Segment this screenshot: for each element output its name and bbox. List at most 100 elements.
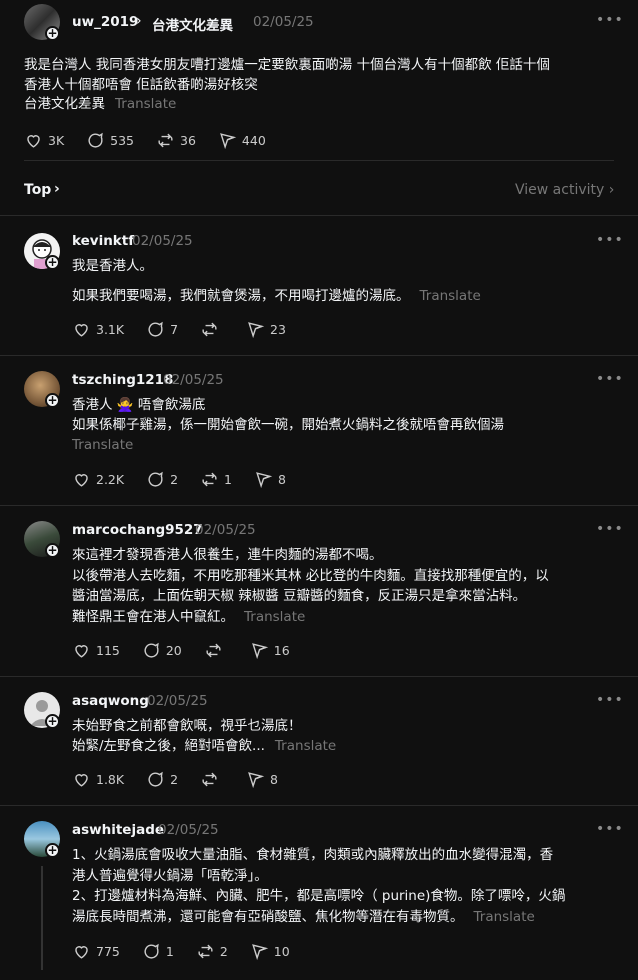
reply-button[interactable]: 7 (146, 320, 178, 339)
divider (0, 355, 638, 356)
divider (0, 805, 638, 806)
op-line: 我是台灣人 我同香港女朋友嘈打邊爐一定要飲裏面啲湯 十個台灣人有十個都飲 佢話十… (24, 57, 550, 73)
share-button[interactable]: 16 (250, 641, 290, 660)
share-button[interactable]: 8 (246, 770, 278, 789)
thread-line (41, 866, 43, 970)
more-icon[interactable]: ••• (596, 371, 624, 387)
comment-icon (88, 132, 103, 148)
translate-link[interactable]: Translate (72, 435, 504, 455)
follow-plus-icon[interactable]: + (45, 255, 60, 270)
repost-icon (202, 472, 217, 487)
heart-icon (75, 474, 88, 487)
like-button[interactable]: 2.2K (72, 470, 124, 489)
chevron-right-icon: › (608, 182, 615, 198)
more-icon[interactable]: ••• (596, 521, 624, 537)
reply-button[interactable]: 20 (142, 641, 182, 660)
send-icon (248, 772, 265, 789)
share-button[interactable]: 23 (246, 320, 286, 339)
comment-icon (144, 642, 159, 658)
comment-time: 02/05/25 (147, 693, 208, 709)
comment-icon (148, 471, 163, 487)
op-actions: 3K 535 36 440 (24, 131, 288, 150)
comment-username[interactable]: aswhitejade (72, 822, 164, 838)
comment-actions: 2.2K 2 1 8 (72, 470, 308, 489)
repost-button[interactable] (200, 320, 224, 339)
comment-text: 我是香港人。 如果我們要喝湯，我們就會煲湯，不用喝打邊爐的湯底。 Translat… (72, 258, 481, 304)
comment-text: 1、火鍋湯底會吸收大量油脂、食材雜質，肉類或內臟釋放出的血水變得混濁，香 港人普… (72, 847, 566, 925)
heart-icon (27, 135, 40, 148)
translate-link[interactable]: Translate (420, 288, 481, 304)
sort-label[interactable]: Top (24, 182, 51, 198)
translate-link[interactable]: Translate (474, 909, 535, 925)
more-icon[interactable]: ••• (596, 232, 624, 248)
divider (0, 505, 638, 506)
comment-icon (148, 771, 163, 787)
comment-actions: 1.8K 2 8 (72, 770, 300, 789)
follow-plus-icon[interactable]: + (45, 714, 60, 729)
more-icon[interactable]: ••• (596, 12, 624, 28)
like-button[interactable]: 115 (72, 641, 120, 660)
comment-actions: 775 1 2 10 (72, 942, 312, 961)
heart-icon (75, 946, 88, 959)
follow-plus-icon[interactable]: + (45, 843, 60, 858)
repost-button[interactable]: 1 (200, 470, 232, 489)
repost-button[interactable] (200, 770, 224, 789)
op-time: 02/05/25 (253, 14, 314, 30)
repost-icon (202, 322, 217, 337)
comment-username[interactable]: asaqwong (72, 693, 149, 709)
divider (0, 215, 638, 216)
heart-icon (75, 324, 88, 337)
divider (24, 160, 614, 161)
share-button[interactable]: 8 (254, 470, 286, 489)
send-icon (251, 643, 268, 660)
comment-icon (144, 943, 159, 959)
send-icon (220, 133, 237, 150)
send-icon (256, 472, 273, 489)
comment-text: 來這裡才發現香港人很養生，連牛肉麵的湯都不喝。 以後帶港人去吃麵，不用吃那種米其… (72, 547, 549, 625)
repost-button[interactable]: 36 (156, 131, 196, 150)
like-button[interactable]: 775 (72, 942, 120, 961)
repost-button[interactable] (204, 641, 228, 660)
reply-button[interactable]: 2 (146, 770, 178, 789)
reply-button[interactable]: 535 (86, 131, 134, 150)
repost-icon (206, 643, 221, 658)
comment-time: 02/05/25 (158, 822, 219, 838)
op-line: 香港人十個都唔會 佢話飲番啲湯好核突 (24, 76, 258, 93)
follow-plus-icon[interactable]: + (45, 543, 60, 558)
comment-text: 香港人 🙅‍♀️ 唔會飲湯底 如果係椰子雞湯，係一開始會飲一碗，開始煮火鍋料之後… (72, 397, 504, 455)
comment-time: 02/05/25 (195, 522, 256, 538)
comment-icon (148, 321, 163, 337)
follow-plus-icon[interactable]: + (45, 26, 60, 41)
share-button[interactable]: 10 (250, 942, 290, 961)
view-activity-link[interactable]: View activity › (515, 182, 614, 198)
comment-text: 未始野食之前都會飲嘅，視乎乜湯底！ 始緊/左野食之後，絕對唔會飲... Trans… (72, 718, 337, 754)
repost-icon (198, 944, 213, 959)
op-username[interactable]: uw_2019 (72, 14, 138, 30)
op-text: 我是台灣人 我同香港女朋友嘈打邊爐一定要飲裏面啲湯 十個台灣人有十個都飲 佢話十… (24, 56, 550, 115)
more-icon[interactable]: ••• (596, 692, 624, 708)
follow-plus-icon[interactable]: + (45, 393, 60, 408)
heart-icon (75, 645, 88, 658)
like-button[interactable]: 3.1K (72, 320, 124, 339)
translate-link[interactable]: Translate (115, 96, 176, 112)
like-button[interactable]: 3K (24, 131, 64, 150)
op-topic[interactable]: 台港文化差異 (152, 14, 233, 34)
heart-icon (75, 774, 88, 787)
repost-icon (158, 133, 173, 148)
share-button[interactable]: 440 (218, 131, 266, 150)
send-icon (248, 322, 265, 339)
comment-username[interactable]: kevinktf (72, 233, 134, 249)
sort-chevron-icon[interactable]: › (54, 181, 60, 197)
comment-time: 02/05/25 (132, 233, 193, 249)
translate-link[interactable]: Translate (244, 609, 305, 625)
op-tag[interactable]: 台港文化差異 (24, 96, 105, 112)
repost-button[interactable]: 2 (196, 942, 228, 961)
repost-icon (202, 772, 217, 787)
like-button[interactable]: 1.8K (72, 770, 124, 789)
translate-link[interactable]: Translate (275, 738, 336, 754)
comment-username[interactable]: marcochang9527 (72, 522, 203, 538)
reply-button[interactable]: 2 (146, 470, 178, 489)
reply-button[interactable]: 1 (142, 942, 174, 961)
more-icon[interactable]: ••• (596, 821, 624, 837)
comment-username[interactable]: tszching1218 (72, 372, 173, 388)
